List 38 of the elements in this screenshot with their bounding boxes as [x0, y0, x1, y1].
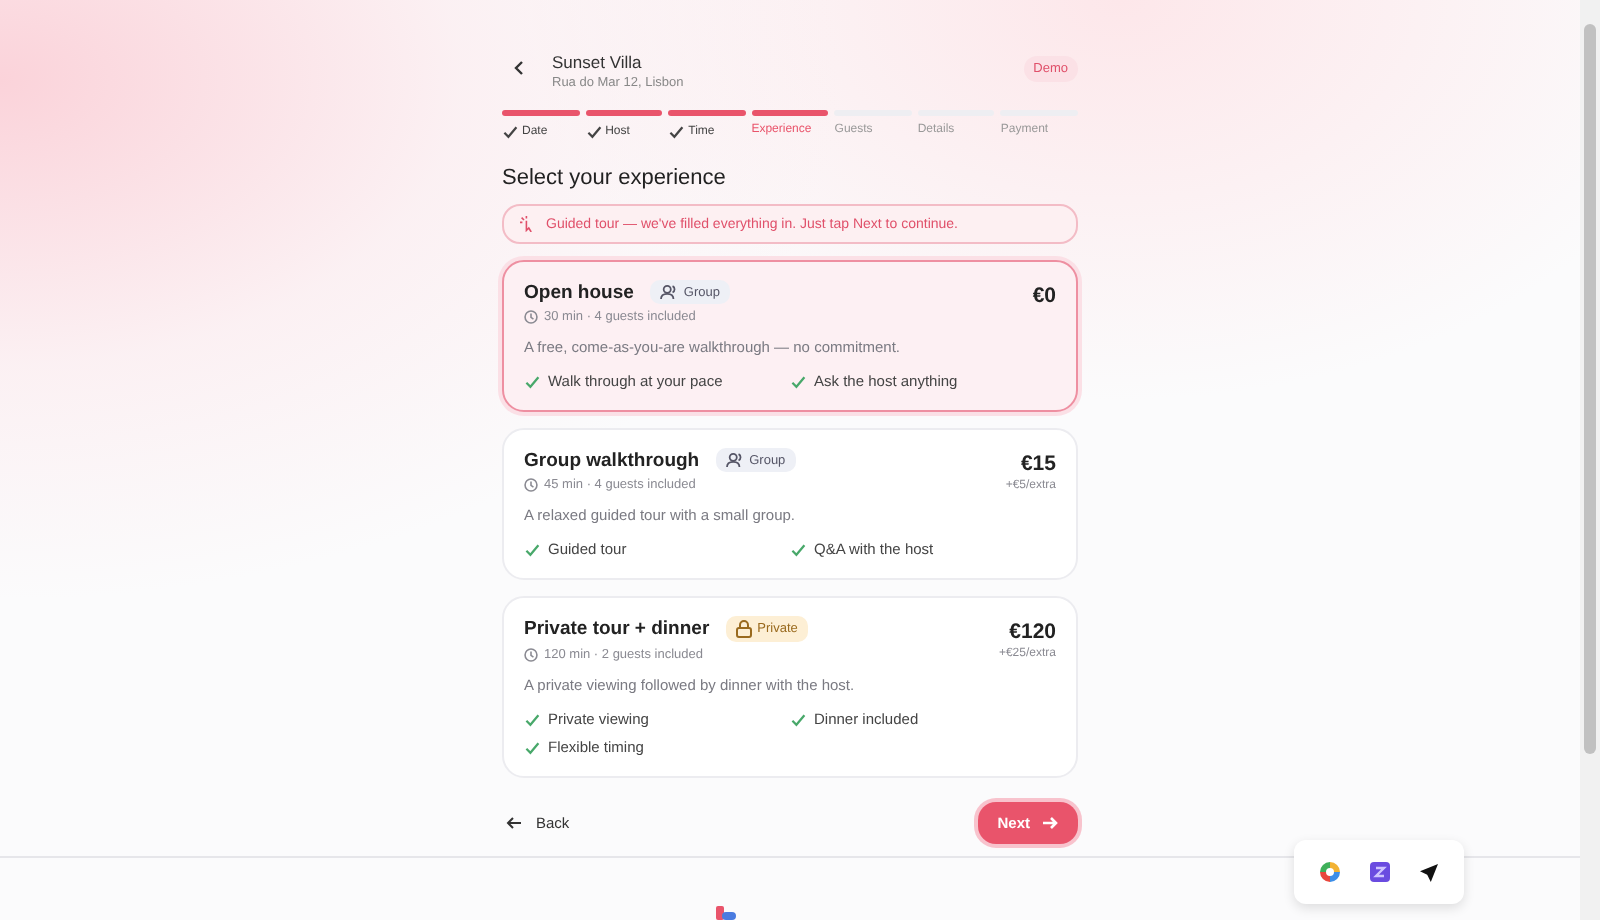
chevron-left-icon: [514, 59, 524, 75]
arrow-right-icon: [1042, 816, 1058, 830]
option-price: €0: [1032, 284, 1056, 308]
scrollbar[interactable]: [1580, 0, 1600, 920]
progress-segment: [751, 110, 829, 116]
people-icon: [659, 284, 678, 300]
people-icon: [725, 452, 744, 468]
progress-segment: [502, 110, 580, 116]
check-icon: [790, 711, 806, 727]
clock-icon: [524, 310, 538, 324]
logo-icon: [714, 900, 738, 920]
color-ring-icon: [1320, 862, 1341, 882]
option-price: €120: [1007, 620, 1056, 644]
check-icon: [585, 124, 602, 140]
check-icon: [790, 541, 806, 557]
check-icon: [524, 373, 540, 389]
arrow-left-icon: [506, 816, 522, 830]
option-price: €15: [1018, 452, 1056, 476]
paper-plane-icon: [1419, 863, 1438, 881]
check-icon: [790, 373, 806, 389]
square-app-icon: [1369, 862, 1390, 882]
check-icon: [524, 541, 540, 557]
option-title: Open house: [524, 281, 634, 303]
clock-icon: [524, 648, 538, 662]
option-title: Private tour + dinner: [524, 618, 710, 640]
color-ring-app-button[interactable]: [1320, 862, 1341, 882]
clock-icon: [524, 478, 538, 492]
tap-icon: [520, 216, 536, 232]
property-title: Sunset Villa: [552, 51, 644, 71]
option-title: Group walkthrough: [524, 449, 700, 471]
check-icon: [668, 124, 685, 140]
section-heading: Select your experience: [502, 166, 728, 190]
check-icon: [502, 124, 518, 140]
send-button[interactable]: [1419, 863, 1438, 881]
progress-segment: [585, 110, 663, 116]
progress-segment: [668, 110, 746, 116]
lock-icon: [735, 620, 752, 638]
app-button[interactable]: [1369, 862, 1390, 882]
